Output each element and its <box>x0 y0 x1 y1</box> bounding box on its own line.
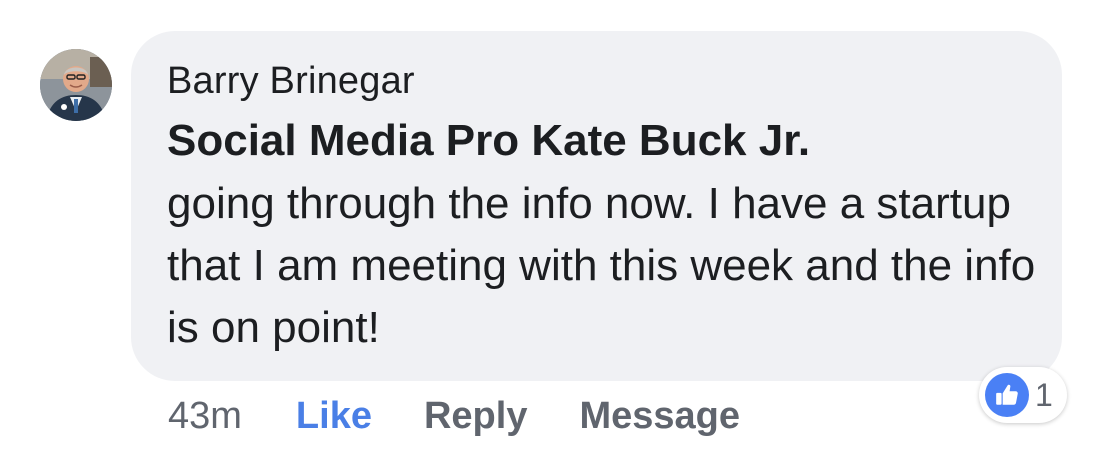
message-button[interactable]: Message <box>579 395 740 438</box>
reaction-count: 1 <box>1035 376 1053 413</box>
reply-button[interactable]: Reply <box>424 395 527 438</box>
comment-bubble: Barry Brinegar Social Media Pro Kate Buc… <box>131 31 1062 381</box>
thumbs-up-icon <box>985 373 1029 417</box>
like-button[interactable]: Like <box>296 395 372 438</box>
comment: Barry Brinegar Social Media Pro Kate Buc… <box>0 0 1106 465</box>
comment-author[interactable]: Barry Brinegar <box>167 53 1032 109</box>
comment-actions: 43m Like Reply Message <box>168 388 792 444</box>
avatar[interactable] <box>40 49 112 121</box>
avatar-image <box>40 49 112 121</box>
comment-timestamp[interactable]: 43m <box>168 395 242 438</box>
mentioned-user[interactable]: Social Media Pro Kate Buck Jr. <box>167 109 1032 173</box>
comment-text: going through the info now. I have a sta… <box>167 179 1036 352</box>
reaction-summary[interactable]: 1 <box>979 367 1067 423</box>
